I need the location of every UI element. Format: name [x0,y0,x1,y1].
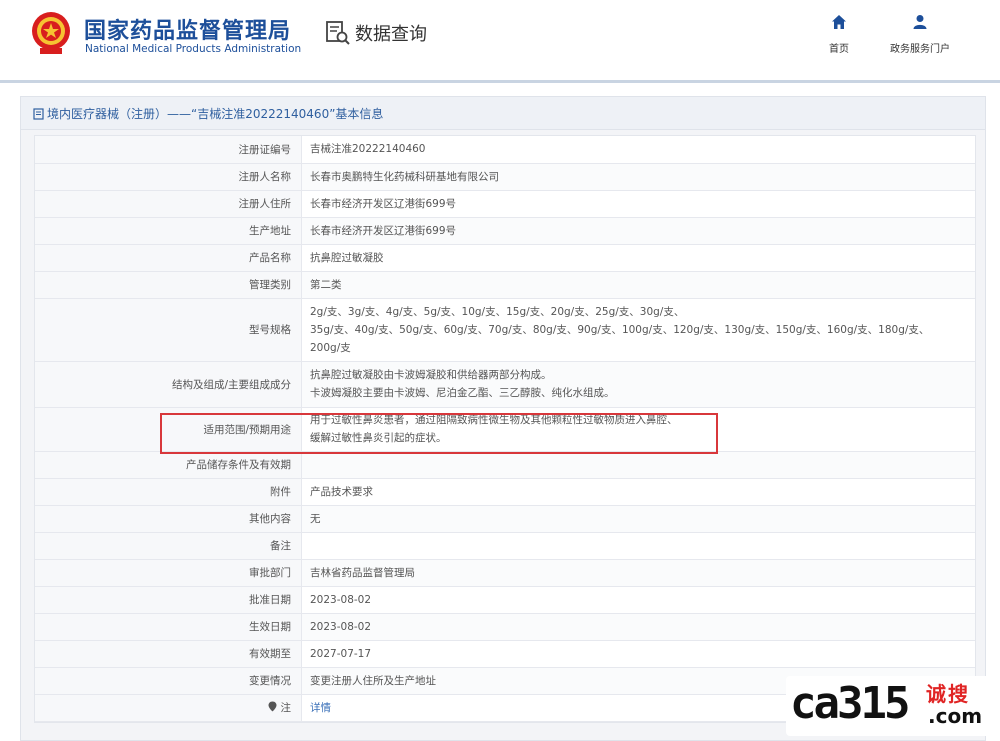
field-value: 2g/支、3g/支、4g/支、5g/支、10g/支、15g/支、20g/支、25… [301,298,975,362]
field-value [301,532,975,560]
table-row: 批准日期 2023-08-02 [35,586,975,614]
field-label: 型号规格 [35,298,302,362]
table-row: 产品储存条件及有效期 [35,451,975,479]
spec-line: 200g/支 [310,341,351,354]
field-value: 无 [301,505,975,533]
field-label: 备注 [35,532,302,560]
field-value [301,451,975,479]
note-label: 注 [280,702,292,714]
table-row: 管理类别 第二类 [35,271,975,299]
table-row: 生产地址 长春市经济开发区辽港街699号 [35,217,975,245]
spec-line: 2g/支、3g/支、4g/支、5g/支、10g/支、15g/支、20g/支、25… [310,305,685,318]
field-label: 变更情况 [35,667,302,695]
field-label: 结构及组成/主要组成成分 [35,361,302,408]
nav-service-portal-label: 政务服务门户 [890,44,950,55]
field-label: 注册人住所 [35,190,302,218]
field-value: 抗鼻腔过敏凝胶由卡波姆凝胶和供给器两部分构成。 卡波姆凝胶主要由卡波姆、尼泊金乙… [301,361,975,408]
breadcrumb-text: 境内医疗器械（注册）——“吉械注准20222140460”基本信息 [47,107,384,121]
field-value: 抗鼻腔过敏凝胶 [301,244,975,272]
field-label: 生效日期 [35,613,302,641]
field-value: 2023-08-02 [301,586,975,614]
spec-line: 35g/支、40g/支、50g/支、60g/支、70g/支、80g/支、90g/… [310,323,930,336]
data-query-link[interactable]: 数据查询 [325,20,427,46]
field-label: 注 [35,694,302,722]
table-row: 型号规格 2g/支、3g/支、4g/支、5g/支、10g/支、15g/支、20g… [35,298,975,362]
pin-icon [268,701,277,712]
field-label: 注册证编号 [35,136,302,164]
nav-home[interactable]: 首页 [824,14,854,55]
watermark-suffix: .com [928,704,983,728]
panel-header: 境内医疗器械（注册）——“吉械注准20222140460”基本信息 [21,97,985,130]
watermark-logo: ca315 诚搜 .com [786,676,996,736]
table-row: 生效日期 2023-08-02 [35,613,975,641]
field-value: 吉林省药品监督管理局 [301,559,975,587]
field-label: 其他内容 [35,505,302,533]
field-value: 2023-08-02 [301,613,975,641]
field-value: 长春市经济开发区辽港街699号 [301,190,975,218]
site-header: 国家药品监督管理局 National Medical Products Admi… [0,0,1000,83]
table-row: 附件 产品技术要求 [35,478,975,506]
table-row: 注册证编号 吉械注准20222140460 [35,136,975,164]
field-value: 第二类 [301,271,975,299]
field-label: 产品名称 [35,244,302,272]
details-link[interactable]: 详情 [310,702,331,714]
table-row: 有效期至 2027-07-17 [35,640,975,668]
home-icon [832,15,846,29]
field-value: 产品技术要求 [301,478,975,506]
table-row: 结构及组成/主要组成成分 抗鼻腔过敏凝胶由卡波姆凝胶和供给器两部分构成。 卡波姆… [35,361,975,408]
watermark-cn-text: 诚搜 [926,682,970,706]
nav-home-label: 首页 [829,44,849,55]
field-label: 批准日期 [35,586,302,614]
field-label: 有效期至 [35,640,302,668]
field-label: 管理类别 [35,271,302,299]
table-row: 注册人住所 长春市经济开发区辽港街699号 [35,190,975,218]
table-row: 备注 [35,532,975,560]
table-row: 产品名称 抗鼻腔过敏凝胶 [35,244,975,272]
intended-use-highlight-box [160,413,718,454]
user-icon [913,15,927,29]
field-value: 2027-07-17 [301,640,975,668]
table-row: 注册人名称 长春市奥鹏特生化药械科研基地有限公司 [35,163,975,191]
field-label: 附件 [35,478,302,506]
national-emblem-icon [32,12,70,54]
watermark-main-text: ca315 [790,678,910,729]
field-value: 吉械注准20222140460 [301,136,975,164]
site-subtitle: National Medical Products Administration [85,43,302,55]
field-label: 审批部门 [35,559,302,587]
field-label: 生产地址 [35,217,302,245]
table-row: 其他内容 无 [35,505,975,533]
nav-service-portal[interactable]: 政务服务门户 [884,14,956,55]
field-value: 长春市奥鹏特生化药械科研基地有限公司 [301,163,975,191]
composition-line: 卡波姆凝胶主要由卡波姆、尼泊金乙酯、三乙醇胺、纯化水组成。 [310,387,615,399]
site-title[interactable]: 国家药品监督管理局 [84,13,291,45]
field-label: 注册人名称 [35,163,302,191]
breadcrumb: 境内医疗器械（注册）——“吉械注准20222140460”基本信息 [33,105,383,122]
composition-line: 抗鼻腔过敏凝胶由卡波姆凝胶和供给器两部分构成。 [310,369,552,381]
field-value: 长春市经济开发区辽港街699号 [301,217,975,245]
field-label: 产品储存条件及有效期 [35,451,302,479]
data-query-label: 数据查询 [355,24,427,45]
document-icon [33,107,44,120]
document-search-icon [326,21,350,45]
table-row: 审批部门 吉林省药品监督管理局 [35,559,975,587]
